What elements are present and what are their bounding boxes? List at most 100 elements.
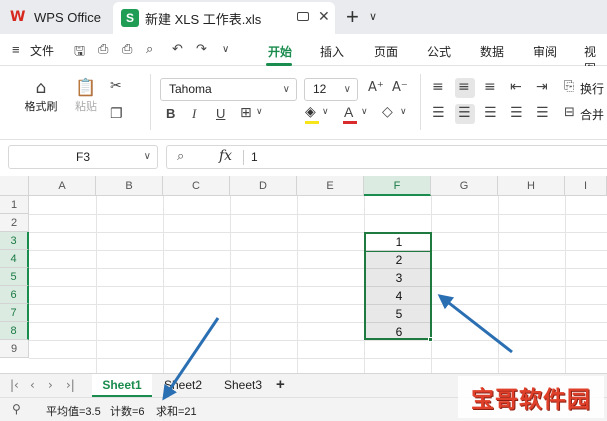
fill-handle[interactable] [428,337,433,342]
cell-f8[interactable]: 6 [366,323,432,341]
column-header-b[interactable]: B [96,176,163,196]
menu-formula-tab[interactable]: 公式 [427,43,451,60]
copy-icon[interactable]: ❐ [110,106,123,122]
indent-decrease-icon[interactable]: ⇤ [510,79,522,95]
cell-f5[interactable]: 3 [366,269,432,287]
wrap-text-icon[interactable]: ⎘ [564,79,574,94]
column-header-h[interactable]: H [498,176,565,196]
gridline [297,196,298,373]
align-middle-icon[interactable]: ≡ [458,79,470,95]
spreadsheet-grid[interactable]: A B C D E F G H I 1 2 3 4 5 6 7 8 9 1 2 … [0,176,607,373]
row-header-5[interactable]: 5 [0,268,29,286]
zoom-icon[interactable]: ⌕ [177,149,184,164]
column-header-f[interactable]: F [364,176,431,196]
menu-hamburger-icon[interactable]: ≡ [12,42,20,57]
increase-font-icon[interactable]: A⁺ [368,80,384,95]
align-left-icon[interactable]: ☰ [432,105,445,121]
chevron-down-icon[interactable]: ∨ [322,107,329,117]
print-preview-icon[interactable]: ⌕ [146,42,153,57]
row-header-9[interactable]: 9 [0,340,29,358]
distribute-icon[interactable]: ☰ [536,105,549,121]
indent-increase-icon[interactable]: ⇥ [536,79,548,95]
chevron-down-icon[interactable]: ∨ [256,107,263,117]
menu-data-tab[interactable]: 数据 [480,43,504,60]
align-center-icon[interactable]: ☰ [458,105,471,121]
font-color-icon[interactable]: A [344,104,353,120]
font-name-select[interactable]: Tahoma ∨ [160,78,297,101]
formula-value: 1 [251,150,258,164]
align-bottom-icon[interactable]: ≡ [484,79,496,95]
fill-color-icon[interactable]: ◈ [305,104,316,120]
align-top-icon[interactable]: ≡ [432,79,444,95]
undo-icon[interactable]: ↶ [172,42,183,57]
prev-sheet-icon[interactable]: ‹ [30,378,35,392]
save-icon[interactable]: 🖫 [74,42,85,64]
chevron-down-icon[interactable]: ∨ [361,107,368,117]
sheet-tab-sheet1[interactable]: Sheet1 [92,374,152,397]
name-box[interactable]: F3 ∨ [8,145,158,169]
menu-page-tab[interactable]: 页面 [374,43,398,60]
new-tab-button[interactable]: + [346,4,359,30]
font-size-select[interactable]: 12 ∨ [304,78,358,101]
format-painter-button[interactable]: ⌂ 格式刷 [22,78,60,114]
last-sheet-icon[interactable]: ›| [66,378,75,392]
column-header-d[interactable]: D [230,176,297,196]
column-header-e[interactable]: E [297,176,364,196]
row-header-1[interactable]: 1 [0,196,29,214]
quick-access-more-icon[interactable]: ∨ [222,44,229,55]
row-header-3[interactable]: 3 [0,232,29,250]
menu-insert-tab[interactable]: 插入 [320,43,344,60]
cell-f7[interactable]: 5 [366,305,432,323]
menu-file[interactable]: 文件 [30,42,54,59]
gridline [29,250,607,251]
insert-function-icon[interactable]: fx [219,148,232,164]
pdf-export-icon[interactable]: ⎙ [98,42,108,57]
wps-logo-icon: W [10,9,26,25]
select-all-corner[interactable] [0,176,29,196]
column-header-a[interactable]: A [29,176,96,196]
formula-input[interactable]: ⌕ fx 1 [166,145,607,169]
print-icon[interactable]: ⎙ [122,42,132,57]
close-tab-icon[interactable]: ✕ [318,8,330,25]
align-right-icon[interactable]: ☰ [484,105,497,121]
row-header-4[interactable]: 4 [0,250,29,268]
bold-button[interactable]: B [166,106,175,121]
tab-list-chevron-icon[interactable]: ∨ [369,10,377,23]
italic-button[interactable]: I [192,106,196,122]
cell-f3[interactable]: 1 [366,233,432,251]
borders-icon[interactable]: ⊞ [240,105,252,121]
wps-office-tab[interactable]: W WPS Office [0,0,112,34]
cell-f6[interactable]: 4 [366,287,432,305]
next-sheet-icon[interactable]: › [48,378,53,392]
column-header-g[interactable]: G [431,176,498,196]
add-sheet-button[interactable]: + [276,376,285,393]
merge-cells-icon[interactable]: ⊟ [564,105,575,120]
decrease-font-icon[interactable]: A⁻ [392,80,408,95]
row-header-6[interactable]: 6 [0,286,29,304]
cut-icon[interactable]: ✂ [110,78,122,94]
first-sheet-icon[interactable]: |‹ [10,378,19,392]
paste-button[interactable]: 📋 粘贴 [68,78,104,114]
monitor-icon[interactable] [297,12,309,21]
cell-f4[interactable]: 2 [366,251,432,269]
gridline [29,340,607,341]
menu-home-tab[interactable]: 开始 [268,43,292,60]
column-header-i[interactable]: I [565,176,607,196]
menu-review-tab[interactable]: 审阅 [533,43,557,60]
chevron-down-icon[interactable]: ∨ [400,107,407,117]
macro-record-icon[interactable]: ⚲ [12,402,21,416]
document-tab[interactable]: S 新建 XLS 工作表.xls ✕ [113,2,335,34]
redo-icon[interactable]: ↷ [196,42,207,57]
sheet-tab-sheet2[interactable]: Sheet2 [154,374,212,397]
menu-bar: ≡ 文件 🖫 ⎙ ⎙ ⌕ ↶ ↷ ∨ 开始 插入 页面 公式 数据 审阅 视图 [0,34,607,76]
underline-button[interactable]: U [216,106,225,121]
column-header-c[interactable]: C [163,176,230,196]
row-header-2[interactable]: 2 [0,214,29,232]
sheet-tab-sheet3[interactable]: Sheet3 [214,374,272,397]
wrap-text-label[interactable]: 换行 [580,80,604,97]
clear-format-icon[interactable]: ◇ [382,104,393,120]
row-header-7[interactable]: 7 [0,304,29,322]
merge-cells-label[interactable]: 合并 [580,106,604,123]
justify-icon[interactable]: ☰ [510,105,523,121]
row-header-8[interactable]: 8 [0,322,29,340]
